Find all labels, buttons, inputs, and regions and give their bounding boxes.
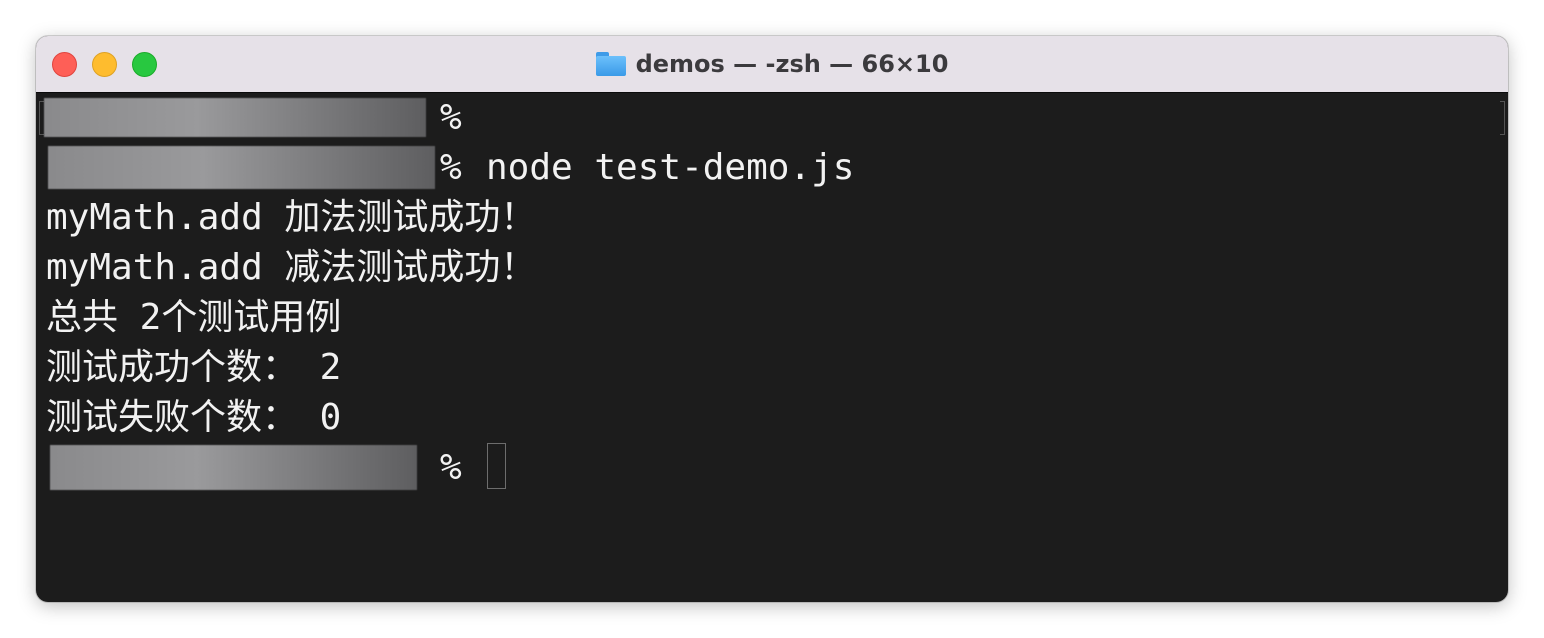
title-bar[interactable]: demos — -zsh — 66×10 bbox=[36, 36, 1508, 93]
text-cursor bbox=[487, 443, 506, 489]
folder-icon bbox=[595, 52, 626, 76]
output-line: 测试失败个数： 0 bbox=[46, 397, 342, 438]
prompt-symbol: % bbox=[440, 147, 462, 188]
terminal-content[interactable]: % % node test-demo.js myMath.add 加法测试成功！… bbox=[36, 93, 1508, 602]
window-title: demos — -zsh — 66×10 bbox=[36, 36, 1508, 92]
output-line: 总共 2个测试用例 bbox=[46, 297, 342, 338]
redacted-prompt bbox=[48, 146, 435, 189]
prompt-symbol: % bbox=[440, 447, 462, 488]
right-bracket bbox=[1500, 101, 1505, 135]
command-text: node test-demo.js bbox=[486, 147, 855, 188]
output-line: myMath.add 减法测试成功！ bbox=[46, 247, 537, 288]
redacted-prompt bbox=[44, 98, 426, 137]
window-title-text: demos — -zsh — 66×10 bbox=[635, 50, 949, 78]
redacted-prompt bbox=[50, 445, 417, 490]
output-line: myMath.add 加法测试成功！ bbox=[46, 197, 537, 238]
terminal-window: demos — -zsh — 66×10 % % node test-demo.… bbox=[36, 36, 1508, 602]
prompt-symbol: % bbox=[440, 97, 462, 138]
output-line: 测试成功个数： 2 bbox=[46, 347, 342, 388]
